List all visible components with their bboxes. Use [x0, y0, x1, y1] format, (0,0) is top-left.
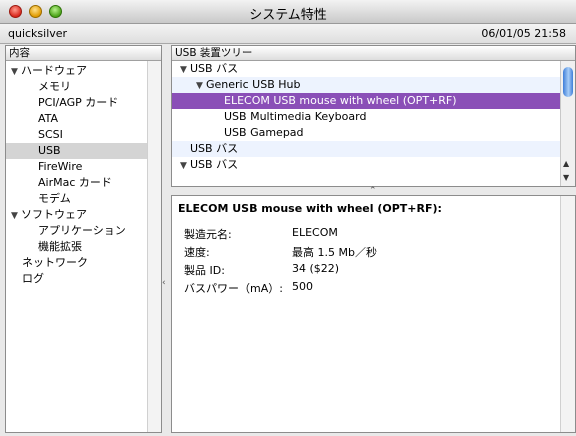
sidebar-item-label: ハードウェア	[21, 64, 87, 77]
sidebar-item-label: モデム	[38, 192, 71, 205]
usb-device-keyboard[interactable]: USB Multimedia Keyboard	[172, 109, 561, 125]
sidebar-item-label: USB	[38, 144, 61, 157]
sidebar-item-firewire[interactable]: FireWire	[6, 159, 82, 175]
sidebar-item-airmac[interactable]: AirMac カード	[6, 175, 112, 191]
tree-row-label: ELECOM USB mouse with wheel (OPT+RF)	[224, 94, 457, 107]
property-label: 速度:	[184, 246, 210, 259]
sidebar-item-label: 機能拡張	[38, 240, 82, 253]
tree-row-label: Generic USB Hub	[206, 78, 301, 91]
property-value: 最高 1.5 Mb／秒	[292, 246, 377, 259]
tree-row-label: USB バス	[190, 62, 239, 75]
disclosure-triangle-icon[interactable]: ▼	[11, 64, 21, 80]
property-value: 34 ($22)	[292, 262, 340, 275]
property-label: 製造元名:	[184, 228, 232, 241]
usb-device-gamepad[interactable]: USB Gamepad	[172, 125, 561, 141]
sidebar-item-ata[interactable]: ATA	[6, 111, 58, 127]
usb-tree-scrollbar[interactable]: ▲ ▼	[560, 61, 575, 186]
report-datetime: 06/01/05 21:58	[481, 27, 566, 40]
splitter-grip-icon: ‹	[162, 278, 166, 288]
usb-hub-row[interactable]: ▼ Generic USB Hub	[172, 77, 561, 93]
sidebar-item-software[interactable]: ▼ ソフトウェア	[6, 207, 87, 223]
tree-row-label: USB Gamepad	[224, 126, 304, 139]
tree-row-label: USB Multimedia Keyboard	[224, 110, 367, 123]
sidebar-item-label: ソフトウェア	[21, 208, 87, 221]
usb-bus-row[interactable]: ▼ USB バス	[172, 61, 561, 77]
sidebar-item-network[interactable]: ネットワーク	[6, 255, 88, 271]
sidebar-item-label: PCI/AGP カード	[38, 96, 119, 109]
sidebar-item-label: アプリケーション	[38, 224, 126, 237]
disclosure-triangle-icon[interactable]: ▼	[180, 158, 190, 174]
sidebar-item-extensions[interactable]: 機能拡張	[6, 239, 82, 255]
contents-sidebar: 内容 ▼ ハードウェア メモリ PCI/AGP カード ATA SCSI USB …	[5, 45, 162, 433]
usb-tree-body: ▼ USB バス ▼ Generic USB Hub ELECOM USB mous…	[172, 61, 561, 186]
sidebar-item-pci-agp[interactable]: PCI/AGP カード	[6, 95, 118, 111]
machine-name: quicksilver	[8, 27, 68, 40]
usb-bus-row[interactable]: USB バス	[172, 141, 561, 157]
vertical-splitter[interactable]: ‹	[162, 45, 170, 433]
scroll-thumb[interactable]	[563, 67, 573, 97]
window-titlebar: システム特性	[0, 0, 576, 24]
sidebar-item-label: ログ	[22, 272, 44, 285]
sidebar-item-label: メモリ	[38, 80, 71, 93]
details-title: ELECOM USB mouse with wheel (OPT+RF):	[178, 202, 442, 215]
sidebar-item-memory[interactable]: メモリ	[6, 79, 71, 95]
scroll-down-arrow-icon[interactable]: ▼	[563, 173, 569, 182]
disclosure-triangle-icon[interactable]: ▼	[196, 78, 206, 94]
tree-row-label: USB バス	[190, 158, 239, 171]
device-details-pane: ELECOM USB mouse with wheel (OPT+RF): 製造…	[171, 195, 576, 433]
sidebar-item-label: SCSI	[38, 128, 63, 141]
disclosure-triangle-icon[interactable]: ▼	[180, 62, 190, 78]
property-label: バスパワー（mA）:	[184, 282, 283, 295]
sidebar-item-label: AirMac カード	[38, 176, 112, 189]
sidebar-item-hardware[interactable]: ▼ ハードウェア	[6, 63, 153, 79]
window-title: システム特性	[249, 8, 327, 23]
property-value: 500	[292, 280, 313, 293]
sidebar-item-modem[interactable]: モデム	[6, 191, 71, 207]
usb-bus-row[interactable]: ▼ USB バス	[172, 157, 561, 173]
details-scrollbar[interactable]	[560, 196, 575, 432]
sidebar-item-label: ネットワーク	[22, 256, 88, 269]
tree-row-label: USB バス	[190, 142, 239, 155]
sidebar-scrollbar[interactable]	[147, 61, 161, 432]
property-value: ELECOM	[292, 226, 338, 239]
sidebar-item-logs[interactable]: ログ	[6, 271, 44, 287]
sidebar-item-applications[interactable]: アプリケーション	[6, 223, 126, 239]
sidebar-item-label: FireWire	[38, 160, 83, 173]
usb-device-mouse[interactable]: ELECOM USB mouse with wheel (OPT+RF)	[172, 93, 561, 109]
info-bar: quicksilver 06/01/05 21:58	[0, 24, 576, 44]
sidebar-item-scsi[interactable]: SCSI	[6, 127, 63, 143]
usb-device-tree: USB 装置ツリー ▼ USB バス ▼ Generic USB Hub ELECO…	[171, 45, 576, 187]
usb-tree-column-header[interactable]: USB 装置ツリー	[172, 46, 575, 61]
scroll-up-arrow-icon[interactable]: ▲	[563, 159, 569, 168]
sidebar-item-label: ATA	[38, 112, 59, 125]
contents-column-header[interactable]: 内容	[6, 46, 161, 61]
property-label: 製品 ID:	[184, 264, 225, 277]
disclosure-triangle-icon[interactable]: ▼	[11, 208, 21, 224]
sidebar-item-usb[interactable]: USB	[6, 143, 148, 159]
